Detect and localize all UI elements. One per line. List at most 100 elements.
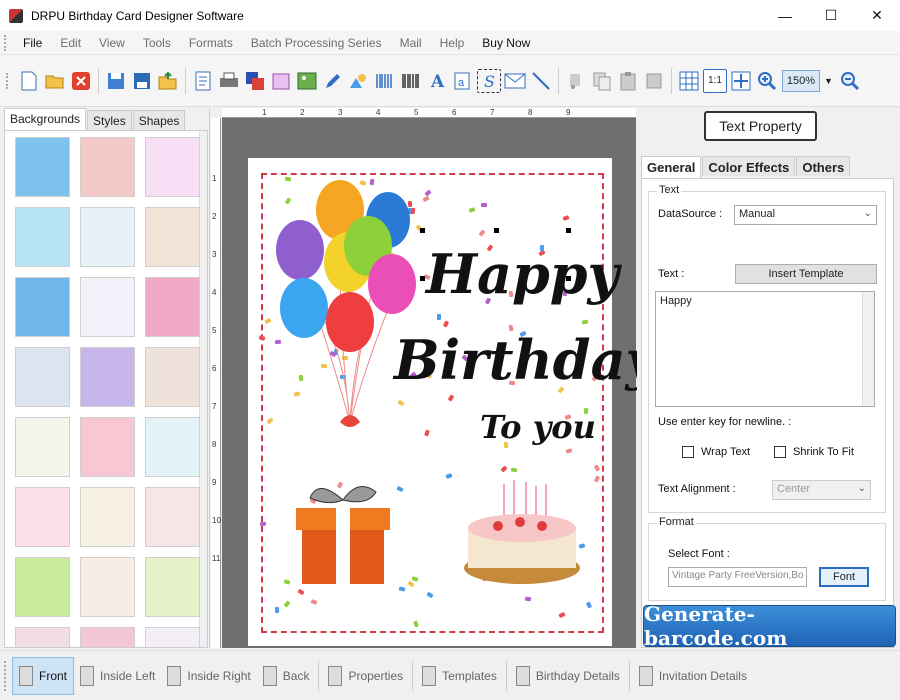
menu-tools[interactable]: Tools: [134, 36, 180, 50]
copy-icon[interactable]: [590, 69, 614, 93]
save-as-icon[interactable]: [130, 69, 154, 93]
grid-icon[interactable]: [677, 69, 701, 93]
selection-handle[interactable]: [494, 228, 499, 233]
datasource-select[interactable]: Manual ⌄: [734, 205, 877, 225]
background-thumbnail[interactable]: [15, 347, 70, 407]
background-thumbnail[interactable]: [145, 557, 200, 617]
background-thumbnail[interactable]: [80, 277, 135, 337]
zoom-level-field[interactable]: 150%: [782, 69, 820, 92]
card-text-line-1[interactable]: Happy: [426, 242, 619, 306]
background-thumbnail[interactable]: [80, 417, 135, 477]
email-icon[interactable]: [503, 69, 527, 93]
font-name-field[interactable]: Vintage Party FreeVersion,Bo: [668, 567, 807, 587]
new-icon[interactable]: [17, 69, 41, 93]
page-tab-front[interactable]: Front: [12, 656, 75, 695]
page-tab-back[interactable]: Back: [257, 657, 316, 695]
page-tab-properties[interactable]: Properties: [322, 657, 409, 695]
maximize-button[interactable]: ☐: [808, 0, 854, 31]
cut-icon[interactable]: [564, 69, 588, 93]
library-icon[interactable]: [269, 69, 293, 93]
tab-styles[interactable]: Styles: [87, 110, 132, 130]
selection-handle[interactable]: [566, 276, 571, 281]
menu-help[interactable]: Help: [431, 36, 474, 50]
birthday-card[interactable]: Happy Birthday To you: [248, 158, 657, 646]
close-doc-icon[interactable]: [69, 69, 93, 93]
menu-buy-now[interactable]: Buy Now: [473, 36, 539, 50]
background-thumbnail[interactable]: [15, 627, 70, 647]
zoom-dropdown-icon[interactable]: ▼: [824, 76, 833, 86]
image-icon[interactable]: [295, 69, 319, 93]
close-button[interactable]: ✕: [854, 0, 900, 31]
background-thumbnail[interactable]: [145, 207, 200, 267]
selection-handle[interactable]: [420, 228, 425, 233]
background-thumbnail[interactable]: [80, 557, 135, 617]
barcode-linear-icon[interactable]: [373, 69, 397, 93]
fit-icon[interactable]: [729, 69, 753, 93]
text-alignment-select[interactable]: Center ⌄: [772, 480, 871, 500]
signature-icon[interactable]: S: [477, 68, 501, 93]
word-art-icon[interactable]: a: [451, 69, 475, 93]
page-tab-invitation-details[interactable]: Invitation Details: [633, 657, 753, 695]
background-thumbnail[interactable]: [145, 627, 200, 647]
page-tab-templates[interactable]: Templates: [416, 657, 503, 695]
background-thumbnail[interactable]: [80, 487, 135, 547]
delete-icon[interactable]: [642, 69, 666, 93]
page-tab-inside-left[interactable]: Inside Left: [74, 657, 161, 695]
font-button[interactable]: Font: [819, 567, 869, 587]
background-thumbnail[interactable]: [145, 277, 200, 337]
line-icon[interactable]: [529, 69, 553, 93]
background-thumbnail[interactable]: [80, 347, 135, 407]
menu-mail[interactable]: Mail: [391, 36, 431, 50]
text-property-button[interactable]: Text Property: [704, 111, 817, 141]
zoom-in-icon[interactable]: [755, 69, 779, 93]
tab-backgrounds[interactable]: Backgrounds: [4, 108, 87, 130]
pencil-icon[interactable]: [321, 69, 345, 93]
export-icon[interactable]: [156, 69, 180, 93]
background-thumbnail[interactable]: [80, 137, 135, 197]
background-thumbnail[interactable]: [145, 347, 200, 407]
card-text-line-3[interactable]: To you: [480, 408, 596, 446]
layers-icon[interactable]: [243, 69, 267, 93]
background-thumbnail[interactable]: [15, 417, 70, 477]
tab-color-effects[interactable]: Color Effects: [702, 156, 796, 176]
card-text-line-2[interactable]: Birthday: [394, 328, 657, 392]
background-thumbnail[interactable]: [145, 417, 200, 477]
background-thumbnail[interactable]: [15, 557, 70, 617]
cake-image[interactable]: [462, 478, 586, 590]
shrink-to-fit-checkbox[interactable]: [774, 446, 786, 458]
menu-file[interactable]: File: [14, 36, 51, 50]
print-icon[interactable]: [217, 69, 241, 93]
gift-box-image[interactable]: [288, 478, 398, 588]
selection-handle[interactable]: [420, 276, 425, 281]
background-thumbnail[interactable]: [15, 277, 70, 337]
minimize-button[interactable]: —: [762, 0, 808, 31]
insert-template-button[interactable]: Insert Template: [735, 264, 877, 284]
tab-shapes[interactable]: Shapes: [132, 110, 186, 130]
actual-size-icon[interactable]: 1:1: [703, 68, 727, 93]
tab-general[interactable]: General: [641, 156, 702, 178]
balloons-image[interactable]: [270, 172, 430, 432]
menu-batch-processing[interactable]: Batch Processing Series: [242, 36, 391, 50]
background-thumbnail[interactable]: [145, 137, 200, 197]
menu-view[interactable]: View: [90, 36, 134, 50]
selection-handle[interactable]: [566, 228, 571, 233]
background-thumbnail[interactable]: [15, 207, 70, 267]
zoom-out-icon[interactable]: [838, 69, 862, 93]
background-thumbnail[interactable]: [80, 207, 135, 267]
menu-formats[interactable]: Formats: [180, 36, 242, 50]
text-scrollbar[interactable]: [862, 292, 874, 406]
background-thumbnail[interactable]: [15, 137, 70, 197]
paste-icon[interactable]: [616, 69, 640, 93]
background-thumbnail[interactable]: [145, 487, 200, 547]
barcode-icon[interactable]: [399, 69, 423, 93]
wrap-text-checkbox[interactable]: [682, 446, 694, 458]
open-icon[interactable]: [43, 69, 67, 93]
properties-icon[interactable]: [191, 69, 215, 93]
gallery-scrollbar[interactable]: [199, 131, 207, 647]
text-icon[interactable]: A: [425, 69, 449, 93]
page-tab-birthday-details[interactable]: Birthday Details: [510, 657, 626, 695]
shapes-icon[interactable]: [347, 69, 371, 93]
tab-others[interactable]: Others: [796, 156, 851, 176]
save-icon[interactable]: [104, 69, 128, 93]
text-input[interactable]: Happy: [655, 291, 875, 407]
